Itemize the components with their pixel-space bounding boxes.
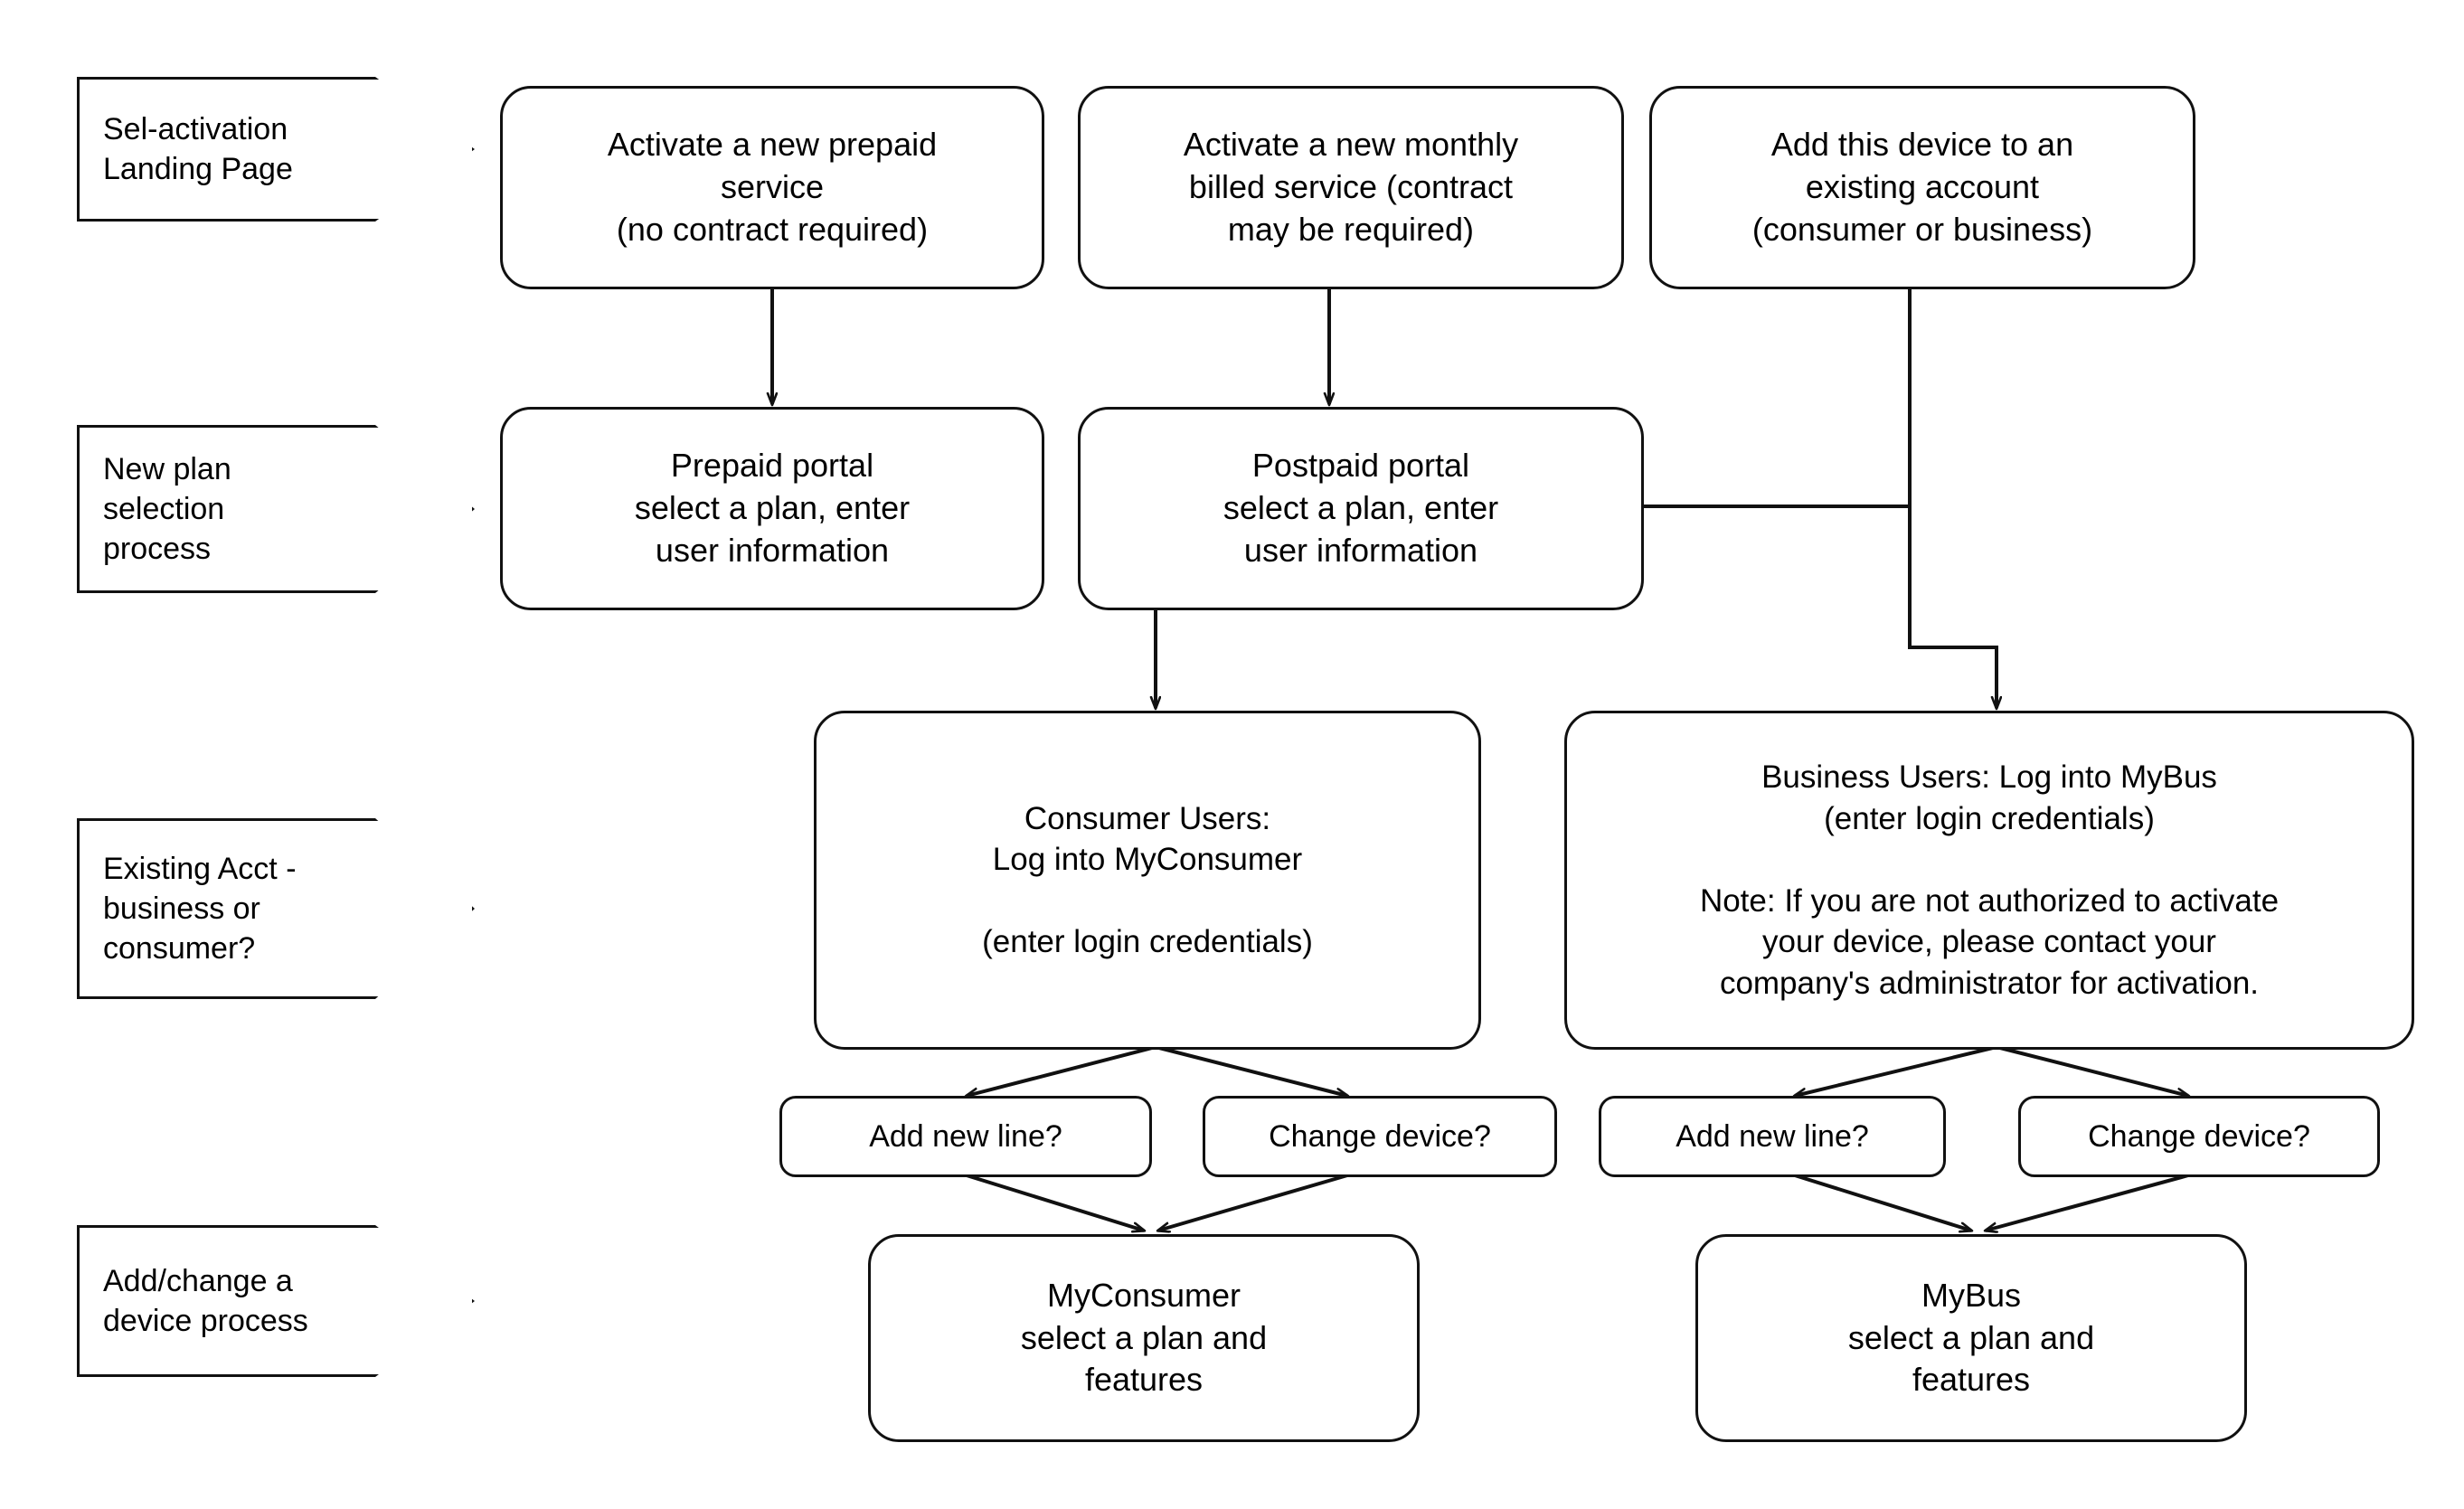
edge-consumer-login-to-change-device: [1155, 1045, 1347, 1096]
node-prepaid-activate-label: Activate a new prepaid service (no contr…: [607, 126, 938, 248]
node-postpaid-portal-label: Postpaid portal select a plan, enter use…: [1223, 447, 1499, 569]
node-prepaid-activate[interactable]: Activate a new prepaid service (no contr…: [500, 86, 1044, 289]
stage-label-existing-acct: Existing Acct - business or consumer?: [103, 851, 297, 967]
stage-label-landing: Sel-activation Landing Page: [103, 111, 293, 186]
edge-business-login-to-change-device: [1996, 1045, 2188, 1096]
stage-banner-landing: Sel-activation Landing Page: [77, 77, 475, 222]
node-business-login-label: Business Users: Log into MyBus (enter lo…: [1699, 759, 2280, 1001]
node-myconsumer-select[interactable]: MyConsumer select a plan and features: [868, 1234, 1420, 1442]
node-business-change-device-label: Change device?: [2088, 1118, 2310, 1154]
node-add-device[interactable]: Add this device to an existing account (…: [1649, 86, 2195, 289]
edge-add-line-to-mybus: [1794, 1174, 1971, 1231]
edge-consumer-login-to-add-line: [967, 1045, 1156, 1096]
node-consumer-change-device[interactable]: Change device?: [1203, 1096, 1557, 1177]
edge-business-login-to-add-line: [1795, 1045, 1997, 1096]
edge-change-device-to-mybus: [1986, 1174, 2189, 1231]
node-business-add-line-label: Add new line?: [1676, 1118, 1869, 1154]
edge-add-line-to-myconsumer: [966, 1174, 1144, 1231]
node-consumer-add-line-label: Add new line?: [869, 1118, 1062, 1154]
stage-label-add-change: Add/change a device process: [103, 1263, 308, 1338]
node-prepaid-portal[interactable]: Prepaid portal select a plan, enter user…: [500, 407, 1044, 610]
node-prepaid-portal-label: Prepaid portal select a plan, enter user…: [634, 447, 911, 569]
node-consumer-add-line[interactable]: Add new line?: [779, 1096, 1152, 1177]
node-consumer-change-device-label: Change device?: [1269, 1118, 1491, 1154]
node-consumer-login[interactable]: Consumer Users: Log into MyConsumer (ent…: [814, 711, 1481, 1050]
node-postpaid-activate-label: Activate a new monthly billed service (c…: [1183, 126, 1519, 248]
edge-change-device-to-myconsumer: [1158, 1174, 1348, 1231]
edge-trunk-to-business-login: [1908, 506, 1997, 708]
node-add-device-label: Add this device to an existing account (…: [1751, 126, 2093, 248]
node-mybus-select[interactable]: MyBus select a plan and features: [1695, 1234, 2247, 1442]
node-business-login[interactable]: Business Users: Log into MyBus (enter lo…: [1564, 711, 2414, 1050]
node-consumer-login-label: Consumer Users: Log into MyConsumer (ent…: [982, 800, 1313, 960]
node-business-change-device[interactable]: Change device?: [2018, 1096, 2380, 1177]
flowchart-canvas: Sel-activation Landing Page New plan sel…: [0, 0, 2464, 1509]
node-business-add-line[interactable]: Add new line?: [1599, 1096, 1946, 1177]
stage-banner-new-plan: New plan selection process: [77, 425, 475, 593]
stage-banner-existing-acct: Existing Acct - business or consumer?: [77, 818, 475, 999]
node-postpaid-portal[interactable]: Postpaid portal select a plan, enter use…: [1078, 407, 1644, 610]
stage-label-new-plan: New plan selection process: [103, 451, 231, 567]
node-mybus-select-label: MyBus select a plan and features: [1847, 1276, 2095, 1399]
node-myconsumer-select-label: MyConsumer select a plan and features: [1020, 1276, 1268, 1399]
node-postpaid-activate[interactable]: Activate a new monthly billed service (c…: [1078, 86, 1624, 289]
stage-banner-add-change: Add/change a device process: [77, 1225, 475, 1377]
